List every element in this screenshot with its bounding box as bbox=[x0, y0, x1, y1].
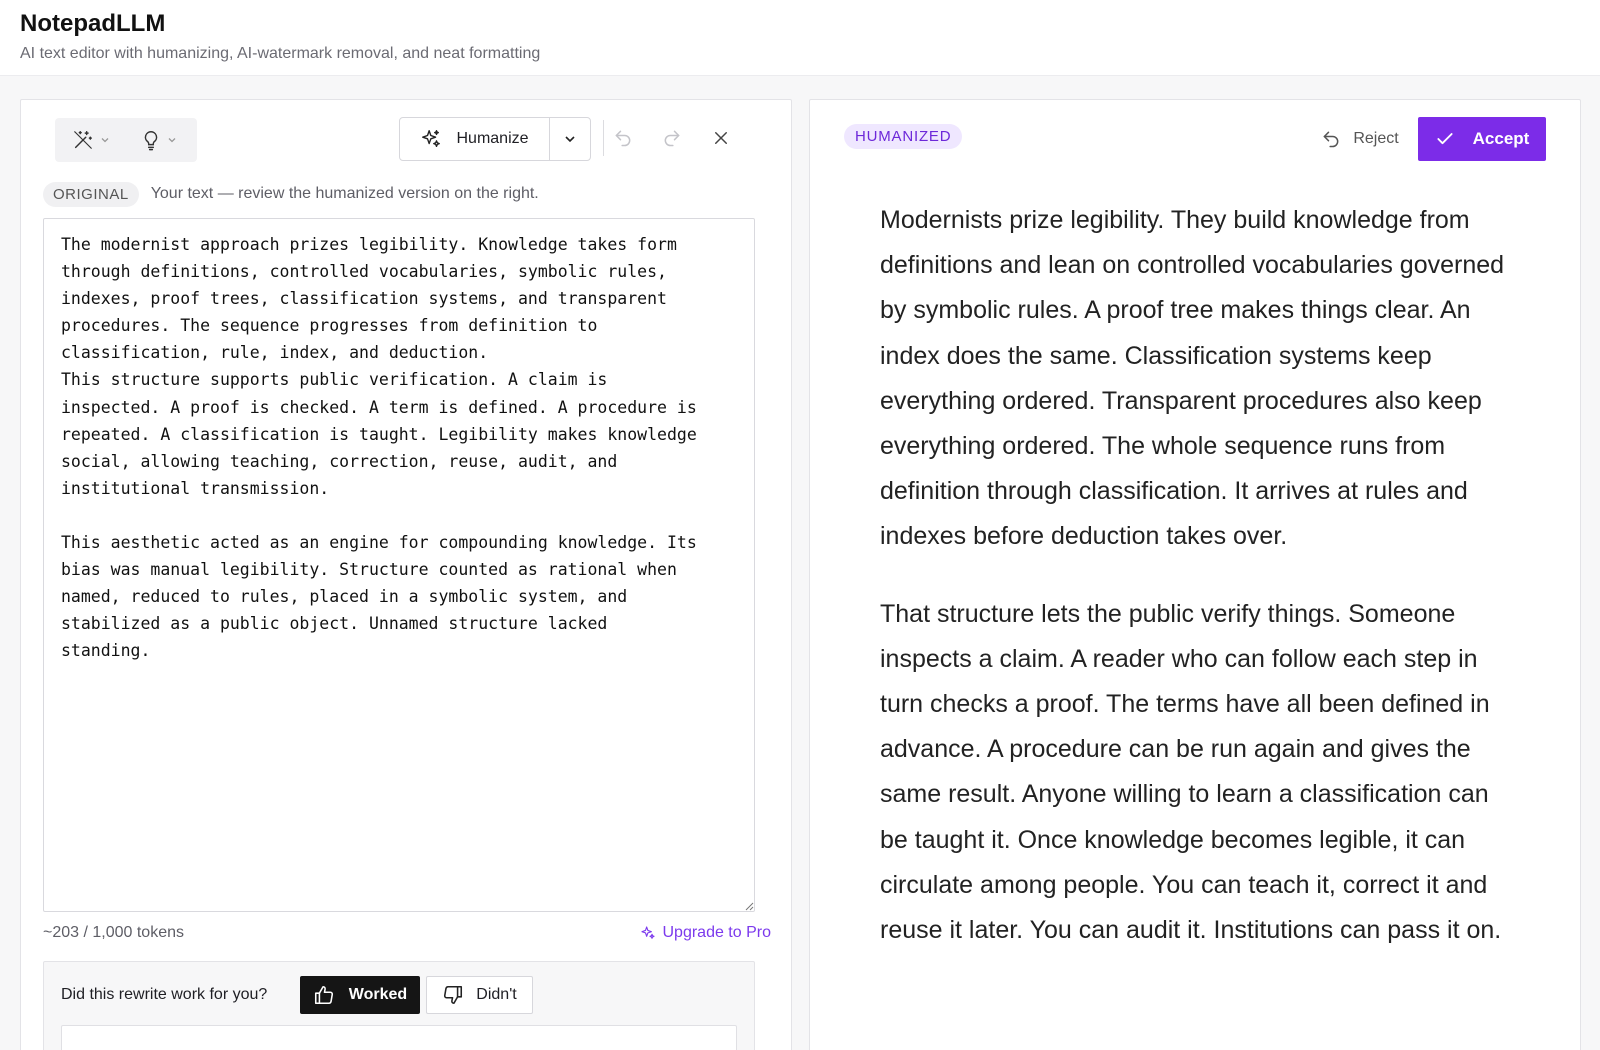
humanize-split-button: Humanize bbox=[399, 117, 591, 161]
reject-undo-icon bbox=[1321, 129, 1341, 149]
app-subtitle: AI text editor with humanizing, AI-water… bbox=[20, 45, 541, 62]
worked-button[interactable]: Worked bbox=[300, 976, 420, 1014]
worked-label: Worked bbox=[348, 986, 408, 1003]
didnt-label: Didn't bbox=[476, 986, 517, 1003]
reject-button[interactable]: Reject bbox=[1308, 121, 1412, 157]
original-badge: ORIGINAL bbox=[43, 181, 139, 207]
chevron-down-icon bbox=[563, 132, 577, 146]
thumbs-down-icon bbox=[442, 984, 464, 1006]
token-count: ~203 / 1,000 tokens bbox=[43, 924, 184, 941]
feedback-box: Did this rewrite work for you? Worked Di… bbox=[43, 961, 755, 1050]
humanized-badge: HUMANIZED bbox=[844, 124, 963, 149]
sparkle-icon bbox=[640, 925, 656, 941]
feedback-input[interactable] bbox=[61, 1025, 737, 1050]
chevron-down-icon bbox=[100, 135, 110, 145]
chevron-down-icon bbox=[167, 135, 177, 145]
redo-icon bbox=[662, 128, 682, 148]
close-icon bbox=[712, 129, 730, 147]
app-title: NotepadLLM bbox=[20, 10, 166, 37]
accept-button[interactable]: Accept bbox=[1418, 117, 1546, 161]
humanized-paragraph: That structure lets the public verify th… bbox=[880, 599, 1502, 945]
humanized-paragraph: Modernists prize legibility. They build … bbox=[880, 206, 1505, 551]
didnt-button[interactable]: Didn't bbox=[426, 976, 533, 1014]
sparkle-icon bbox=[420, 128, 442, 150]
original-panel: Humanize ORIGINAL Your text — review the… bbox=[20, 99, 792, 1050]
undo-button[interactable] bbox=[607, 122, 639, 154]
reject-label: Reject bbox=[1353, 130, 1399, 147]
thumbs-up-icon bbox=[313, 984, 335, 1006]
humanized-panel: HUMANIZED Reject Accept Modernists prize… bbox=[809, 99, 1581, 1050]
humanize-button[interactable]: Humanize bbox=[400, 118, 550, 160]
feedback-question: Did this rewrite work for you? bbox=[61, 986, 268, 1003]
close-button[interactable] bbox=[705, 122, 737, 154]
resize-grip-icon[interactable] bbox=[744, 901, 754, 911]
upgrade-label: Upgrade to Pro bbox=[662, 924, 771, 941]
accept-label: Accept bbox=[1472, 129, 1530, 148]
undo-icon bbox=[613, 128, 633, 148]
humanized-text[interactable]: Modernists prize legibility. They build … bbox=[880, 198, 1520, 985]
original-header: ORIGINAL Your text — review the humanize… bbox=[43, 181, 539, 207]
original-hint: Your text — review the humanized version… bbox=[150, 185, 539, 202]
humanize-label: Humanize bbox=[456, 130, 529, 147]
lightbulb-icon bbox=[141, 129, 161, 151]
original-text-editor[interactable]: The modernist approach prizes legibility… bbox=[43, 218, 755, 912]
magic-wand-icon bbox=[72, 129, 94, 151]
humanize-options-dropdown[interactable] bbox=[550, 118, 590, 160]
redo-button[interactable] bbox=[656, 122, 688, 154]
check-icon bbox=[1435, 129, 1455, 149]
upgrade-link[interactable]: Upgrade to Pro bbox=[640, 924, 771, 942]
magic-wand-dropdown[interactable] bbox=[61, 118, 121, 162]
tool-group bbox=[55, 118, 197, 162]
toolbar-divider bbox=[603, 120, 604, 156]
ideas-dropdown[interactable] bbox=[129, 118, 189, 162]
app-header: NotepadLLM AI text editor with humanizin… bbox=[0, 0, 1600, 76]
